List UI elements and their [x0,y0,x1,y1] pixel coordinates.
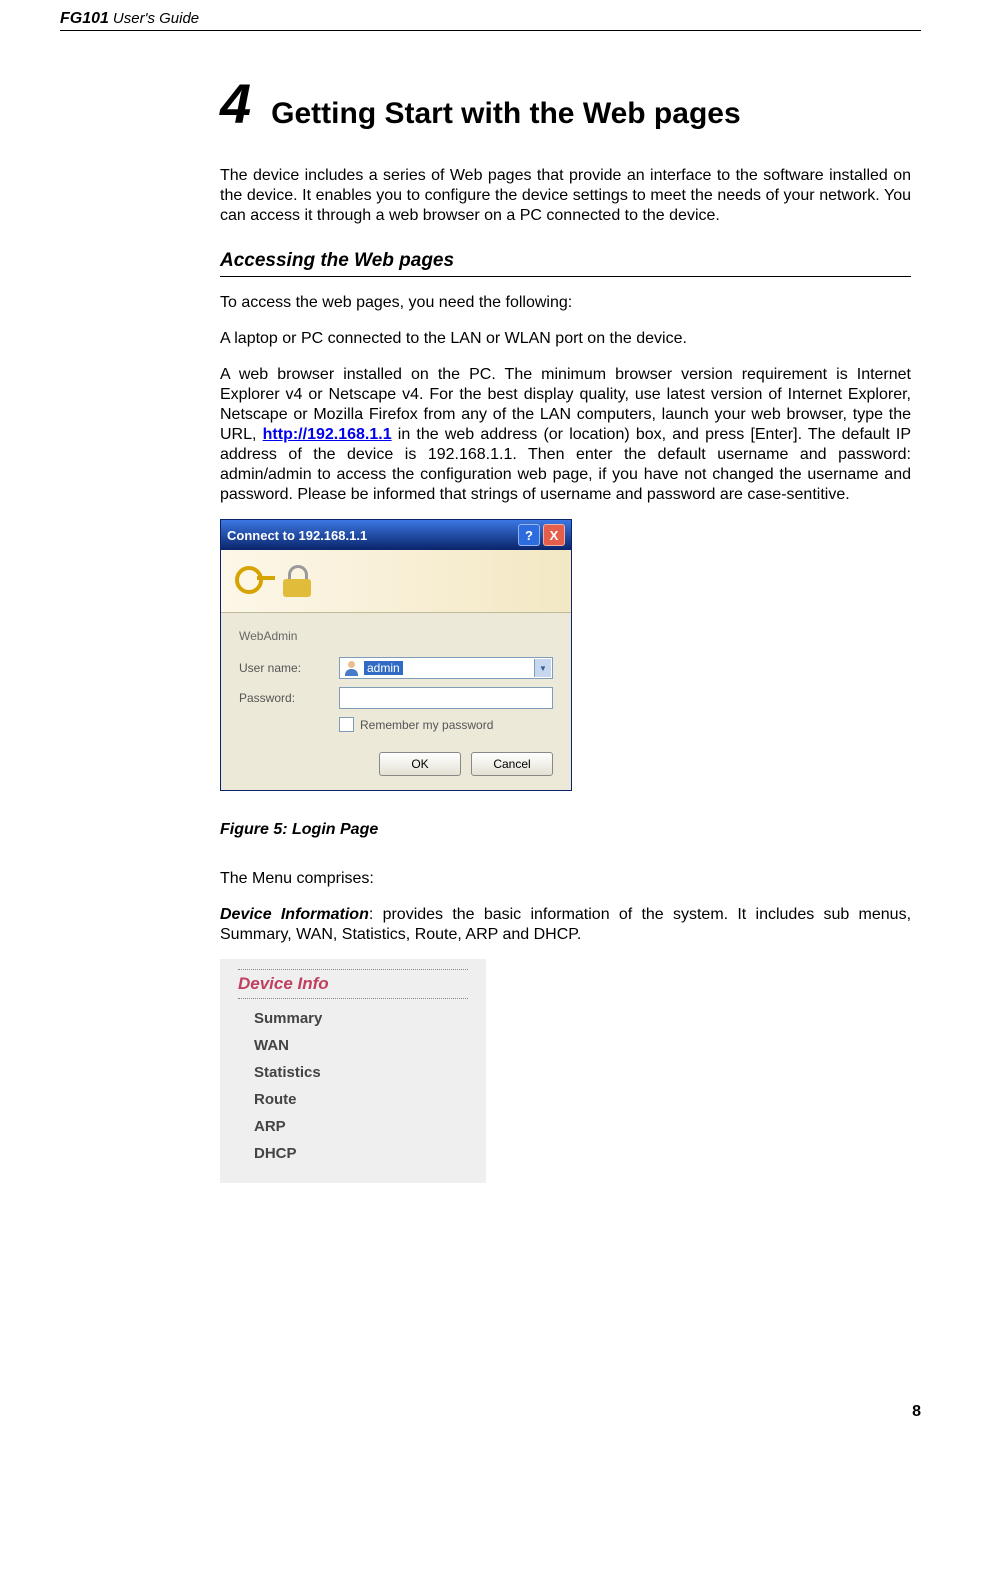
device-info-menu: Device Info Summary WAN Statistics Route… [220,959,486,1183]
user-icon [344,660,360,676]
menu-item-wan[interactable]: WAN [238,1032,468,1059]
cancel-button[interactable]: Cancel [471,752,553,776]
menu-item-statistics[interactable]: Statistics [238,1059,468,1086]
header-title: User's Guide [113,10,199,27]
intro-paragraph: The device includes a series of Web page… [220,166,911,226]
help-icon[interactable]: ? [518,524,540,546]
remember-label: Remember my password [360,718,493,732]
chapter-heading: Getting Start with the Web pages [271,97,740,131]
device-info-label: Device Information [220,906,369,923]
device-info-paragraph: Device Information: provides the basic i… [220,905,911,945]
password-label: Password: [239,691,339,705]
password-field[interactable] [339,687,553,709]
chevron-down-icon[interactable]: ▼ [534,659,551,677]
menu-item-arp[interactable]: ARP [238,1113,468,1140]
chapter-number: 4 [220,71,251,136]
username-field[interactable]: admin ▼ [339,657,553,679]
ok-button[interactable]: OK [379,752,461,776]
username-label: User name: [239,661,339,675]
chapter-title: 4 Getting Start with the Web pages [220,71,911,136]
menu-intro: The Menu comprises: [220,869,911,889]
menu-item-dhcp[interactable]: DHCP [238,1140,468,1167]
doc-header: FG101 User's Guide [60,10,921,31]
access-p2: A laptop or PC connected to the LAN or W… [220,329,911,349]
section-heading: Accessing the Web pages [220,250,911,277]
remember-checkbox[interactable] [339,717,354,732]
figure-caption: Figure 5: Login Page [220,821,911,839]
keys-icon [235,560,277,602]
menu-title[interactable]: Device Info [238,969,468,999]
menu-item-summary[interactable]: Summary [238,1005,468,1032]
realm-label: WebAdmin [239,629,553,643]
header-brand: FG101 [60,10,109,28]
dialog-banner [221,550,571,613]
close-icon[interactable]: X [543,524,565,546]
config-url-link[interactable]: http://192.168.1.1 [263,426,392,443]
dialog-titlebar: Connect to 192.168.1.1 ? X [221,520,571,550]
page-number: 8 [0,1223,981,1421]
lock-icon [283,565,311,597]
access-p1: To access the web pages, you need the fo… [220,293,911,313]
access-p3: A web browser installed on the PC. The m… [220,365,911,505]
dialog-title: Connect to 192.168.1.1 [227,528,367,543]
menu-item-route[interactable]: Route [238,1086,468,1113]
login-dialog: Connect to 192.168.1.1 ? X WebAdmin [220,519,572,791]
username-value: admin [364,661,403,675]
